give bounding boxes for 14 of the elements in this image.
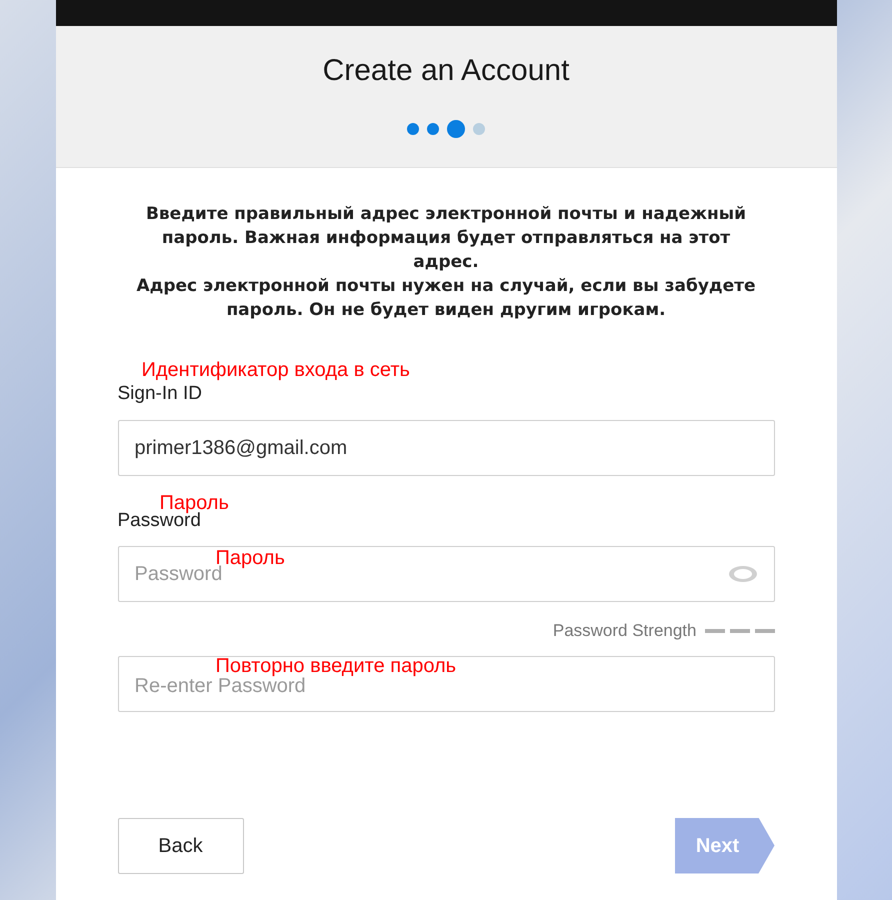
instructions-text: Адрес электронной почты нужен на случай, если вы забудете пароль. Он не будет виден другим игрокам. [136,275,756,322]
password-strength-label: Password Strength [552,620,696,642]
annotation-text: Повторно введите пароль [216,656,456,676]
instructions-text: Введите правильный адрес электронной почты и надежный пароль. Важная информация будет отправляться на этот адрес. [144,203,748,274]
back-button[interactable]: Back [118,818,244,874]
strength-meter-icon [704,628,774,633]
field-label: Password [118,511,201,530]
sign-in-id-field[interactable]: primer1386@gmail.com [118,420,774,476]
page-title: Create an Account [322,56,570,86]
eye-icon[interactable] [728,565,758,583]
annotation-text: Пароль [216,548,285,568]
annotation-text: Пароль [160,493,229,513]
field-label: Sign-In ID [118,384,203,403]
annotation-text: Идентификатор входа в сеть [142,360,410,380]
